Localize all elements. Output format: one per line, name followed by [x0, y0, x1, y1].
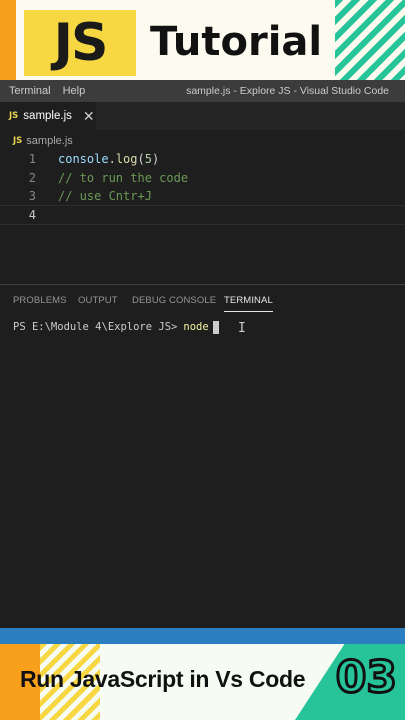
- token-punctuation: .: [108, 152, 116, 166]
- episode-number-text: 03: [334, 651, 398, 705]
- token-function: log: [115, 152, 138, 166]
- code-text: console.log(5): [58, 150, 159, 168]
- code-line-active: 4: [0, 205, 405, 225]
- line-number: 1: [28, 152, 36, 166]
- bottom-banner: Run JavaScript in Vs Code 03: [0, 644, 405, 720]
- menu-help[interactable]: Help: [51, 85, 86, 97]
- editor-tab-bar: JS sample.js ✕: [0, 102, 405, 130]
- tab-problems[interactable]: PROBLEMS: [13, 290, 67, 312]
- tab-sample-js[interactable]: JS sample.js ✕: [0, 102, 96, 130]
- tab-label: sample.js: [23, 110, 72, 122]
- window-title: sample.js - Explore JS - Visual Studio C…: [186, 85, 389, 97]
- terminal-line[interactable]: PS E:\Module 4\Explore JS> node: [13, 319, 219, 335]
- line-number: 4: [28, 208, 36, 222]
- tab-debug-console[interactable]: DEBUG CONSOLE: [132, 290, 216, 312]
- token-number: 5: [144, 152, 152, 166]
- video-title: Run JavaScript in Vs Code: [20, 666, 306, 692]
- title-bar: Terminal Help sample.js - Explore JS - V…: [0, 80, 405, 102]
- token-punctuation: ): [151, 152, 160, 166]
- terminal-command: node: [183, 321, 209, 333]
- top-banner: JS Tutorial: [0, 0, 405, 80]
- episode-number: 03: [334, 651, 398, 705]
- code-editor[interactable]: 1 console.log(5) 2 // to run the code 3 …: [0, 150, 405, 284]
- panel-tab-bar: PROBLEMS OUTPUT DEBUG CONSOLE TERMINAL: [0, 290, 405, 312]
- token-punctuation: (: [137, 152, 145, 166]
- menu-terminal[interactable]: Terminal: [0, 85, 51, 97]
- code-comment: // use Cntr+J: [58, 189, 152, 203]
- banner-accent-left: [0, 0, 16, 80]
- terminal-prompt: PS E:\Module 4\Explore JS>: [13, 321, 178, 333]
- line-number: 3: [28, 189, 36, 203]
- code-line: 1 console.log(5): [0, 150, 405, 168]
- js-logo: JS: [24, 10, 136, 76]
- javascript-file-icon: JS: [9, 111, 19, 121]
- banner-title: Tutorial: [150, 19, 323, 65]
- code-line: 2 // to run the code: [0, 169, 405, 187]
- banner-stripes: [335, 0, 405, 80]
- code-comment: // to run the code: [58, 171, 189, 185]
- token-object: console: [58, 152, 109, 166]
- code-line: 3 // use Cntr+J: [0, 187, 405, 205]
- status-bar: [0, 628, 405, 644]
- line-number: 2: [28, 171, 36, 185]
- breadcrumb: JS sample.js: [0, 130, 405, 152]
- panel-divider[interactable]: [0, 284, 405, 285]
- javascript-file-icon: JS: [13, 136, 23, 146]
- terminal-cursor: [212, 320, 219, 334]
- tab-terminal[interactable]: TERMINAL: [224, 290, 273, 312]
- text-cursor-icon: I: [238, 321, 246, 336]
- tab-output[interactable]: OUTPUT: [78, 290, 118, 312]
- breadcrumb-item-file[interactable]: sample.js: [26, 135, 72, 147]
- close-icon[interactable]: ✕: [83, 109, 95, 123]
